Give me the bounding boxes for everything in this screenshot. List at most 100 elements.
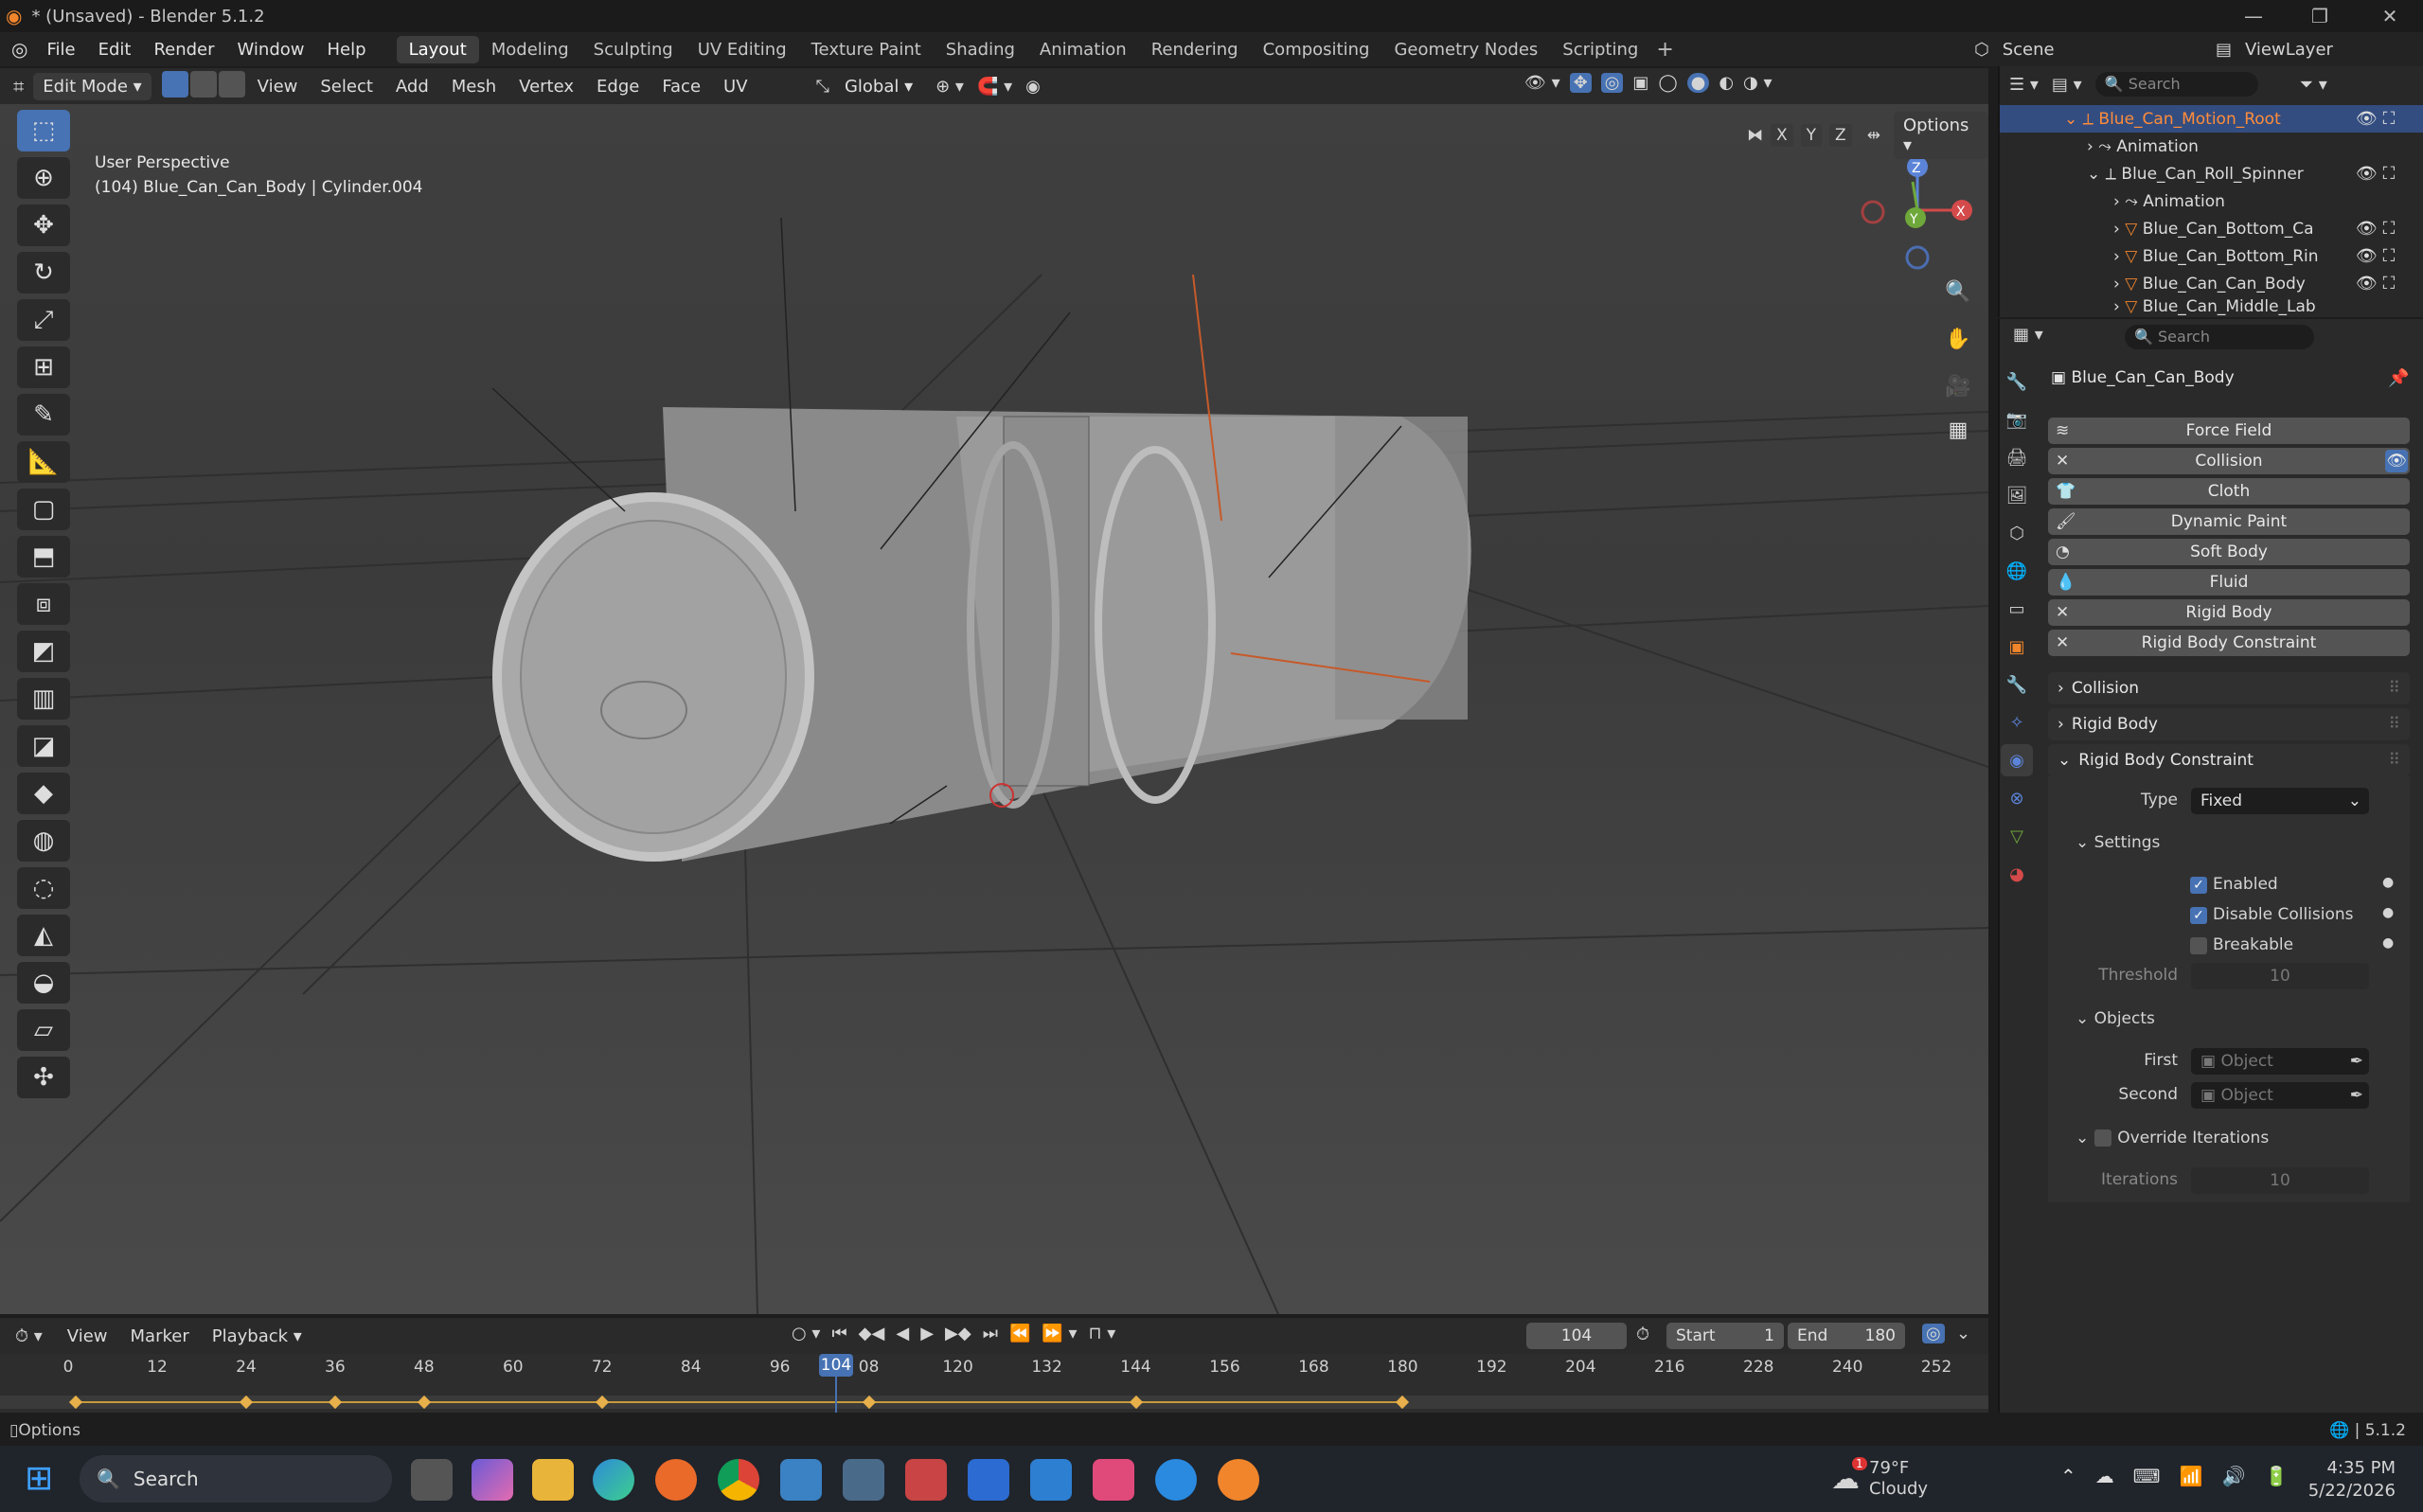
override-iterations-checkbox[interactable] — [2094, 1130, 2112, 1147]
rip-tool[interactable]: ✣ — [17, 1057, 70, 1098]
knife-tool[interactable]: ◪ — [17, 725, 70, 767]
override-iterations-subpanel-header[interactable]: ⌄ Override Iterations — [2076, 1129, 2269, 1147]
keyframe-dot-icon[interactable]: ● — [2382, 875, 2394, 890]
second-object-field[interactable]: ▣ Object ✒ — [2191, 1082, 2369, 1109]
tab-compositing[interactable]: Compositing — [1251, 36, 1382, 63]
view-layer-tab-icon[interactable]: 🖼 — [2001, 479, 2033, 511]
add-cube-tool[interactable]: ▢ — [17, 489, 70, 530]
timeline-menu-playback[interactable]: Playback ▾ — [201, 1326, 313, 1346]
select-box-tool[interactable]: ⬚ — [17, 110, 70, 151]
tab-shading[interactable]: Shading — [934, 36, 1027, 63]
3d-viewport[interactable]: Z Y X User Perspective (104) Blue_Can_Ca… — [0, 104, 1988, 1314]
prev-keyframe-icon[interactable]: ◆◀ — [859, 1324, 885, 1343]
extrude-tool[interactable]: ⬒ — [17, 536, 70, 578]
keying-icon[interactable]: ⊓ ▾ — [1089, 1324, 1116, 1343]
disable-collisions-checkbox[interactable]: ✓ — [2190, 907, 2207, 924]
weather-widget[interactable]: ☁ 1 79°F Cloudy — [1831, 1455, 2002, 1503]
visibility-eye-icon[interactable]: 👁 ⛶ — [2356, 164, 2395, 184]
start-frame-field[interactable]: Start 1 — [1666, 1323, 1784, 1349]
menu-mesh[interactable]: Mesh — [440, 77, 508, 97]
axis-y-toggle[interactable]: Y — [1800, 124, 1823, 147]
objects-subpanel-header[interactable]: ⌄ Objects — [2076, 1009, 2155, 1028]
timeline-overlay-icon[interactable]: ◎ — [1922, 1324, 1945, 1343]
display-mode-icon[interactable]: ▤ ▾ — [2052, 75, 2082, 95]
jump-start-icon[interactable]: ⏮ — [831, 1324, 846, 1343]
blender-taskbar-icon[interactable] — [1218, 1459, 1259, 1501]
view-layer-selector[interactable]: ▤ ViewLayer — [2216, 36, 2414, 62]
timeline-editor-icon[interactable]: ⏱ ▾ — [15, 1326, 43, 1346]
drag-handle-icon[interactable]: ⠿ — [2389, 715, 2400, 734]
menu-vertex[interactable]: Vertex — [508, 77, 585, 97]
tab-modeling[interactable]: Modeling — [479, 36, 581, 63]
gizmo-toggle-icon[interactable]: ✥ — [1569, 73, 1592, 93]
use-preview-range-icon[interactable]: ⏱ — [1636, 1325, 1649, 1344]
pan-hand-icon[interactable]: ✋ — [1941, 322, 1975, 356]
edge-select-button[interactable] — [189, 70, 217, 98]
fluid-button[interactable]: 💧 Fluid — [2048, 569, 2410, 596]
calculator-icon[interactable] — [843, 1459, 884, 1501]
start-button[interactable]: ⊞ — [25, 1459, 66, 1501]
onedrive-icon[interactable]: ☁ — [2095, 1465, 2114, 1487]
tab-sculpting[interactable]: Sculpting — [581, 36, 686, 63]
tab-texture-paint[interactable]: Texture Paint — [799, 36, 934, 63]
outliner-editor-icon[interactable]: ☰ ▾ — [2009, 75, 2039, 95]
properties-search-input[interactable]: 🔍 Search — [2125, 325, 2314, 349]
notepad-icon[interactable] — [1030, 1459, 1072, 1501]
axis-x-toggle[interactable]: X — [1771, 124, 1793, 147]
drag-handle-icon[interactable]: ⠿ — [2389, 679, 2400, 698]
play-reverse-icon[interactable]: ◀ — [896, 1324, 909, 1343]
blender-menu-icon[interactable]: ◎ — [11, 38, 27, 61]
type-dropdown[interactable]: Fixed ⌄ — [2191, 788, 2369, 814]
prev-marker-icon[interactable]: ⏪ — [1009, 1324, 1030, 1343]
visibility-eye-icon[interactable]: 👁 ⛶ — [2356, 109, 2395, 129]
tab-rendering[interactable]: Rendering — [1139, 36, 1251, 63]
data-tab-icon[interactable]: ▽ — [2001, 820, 2033, 852]
eyedropper-icon[interactable]: ✒ — [2350, 1048, 2363, 1075]
outliner-row-middle-label[interactable]: › ▽ Blue_Can_Middle_Lab — [2000, 297, 2423, 316]
mesh-symmetry-icon[interactable]: ⇹ — [1867, 126, 1880, 145]
edge-icon[interactable] — [593, 1459, 634, 1501]
collision-eye-icon[interactable]: 👁 — [2385, 450, 2408, 472]
menu-add[interactable]: Add — [384, 77, 440, 97]
poly-build-tool[interactable]: ◆ — [17, 773, 70, 814]
inset-tool[interactable]: ⧈ — [17, 583, 70, 625]
spin-tool[interactable]: ◍ — [17, 820, 70, 862]
constraints-tab-icon[interactable]: ⊗ — [2001, 782, 2033, 814]
dynamic-paint-button[interactable]: 🖌 Dynamic Paint — [2048, 508, 2410, 535]
smooth-tool[interactable]: ◌ — [17, 867, 70, 909]
rigid-body-constraint-panel-header[interactable]: ⌄ Rigid Body Constraint ⠿ — [2048, 744, 2410, 776]
visibility-eye-icon[interactable]: 👁 ⛶ — [2356, 246, 2395, 266]
battery-icon[interactable]: 🔋 — [2264, 1465, 2288, 1487]
volume-icon[interactable]: 🔊 — [2222, 1465, 2246, 1487]
tray-chevron-up-icon[interactable]: ⌃ — [2060, 1465, 2076, 1487]
minimize-button[interactable]: — — [2220, 0, 2287, 32]
render-tab-icon[interactable]: 📷 — [2001, 403, 2033, 436]
snipping-tool-icon[interactable] — [905, 1459, 947, 1501]
snap-icon[interactable]: 🧲 ▾ — [977, 77, 1012, 97]
playhead-frame[interactable]: 104 — [819, 1354, 853, 1377]
enabled-checkbox[interactable]: ✓ — [2190, 877, 2207, 894]
vertex-select-button[interactable] — [161, 70, 188, 98]
proportional-edit-icon[interactable]: ◉ — [1025, 77, 1041, 97]
tab-geometry-nodes[interactable]: Geometry Nodes — [1381, 36, 1550, 63]
soft-body-button[interactable]: ◔ Soft Body — [2048, 539, 2410, 565]
collision-panel-header[interactable]: › Collision ⠿ — [2048, 672, 2410, 704]
modifier-tab-icon[interactable]: 🔧 — [2001, 668, 2033, 701]
bevel-tool[interactable]: ◩ — [17, 631, 70, 672]
particles-tab-icon[interactable]: ✧ — [2001, 706, 2033, 738]
rigid-body-panel-header[interactable]: › Rigid Body ⠿ — [2048, 708, 2410, 740]
axis-z-toggle[interactable]: Z — [1829, 124, 1852, 147]
face-select-button[interactable] — [218, 70, 245, 98]
firefox-icon[interactable] — [655, 1459, 697, 1501]
eyedropper-icon[interactable]: ✒ — [2350, 1082, 2363, 1109]
visibility-eye-icon[interactable]: 👁 ⛶ — [2356, 219, 2395, 239]
tab-scripting[interactable]: Scripting — [1550, 36, 1650, 63]
overlay-toggle-icon[interactable]: ◎ — [1600, 73, 1624, 93]
menu-select[interactable]: Select — [309, 77, 384, 97]
menu-help[interactable]: Help — [316, 40, 378, 60]
mail-icon[interactable] — [968, 1459, 1009, 1501]
menu-uv[interactable]: UV — [712, 77, 759, 97]
solid-shading-icon[interactable]: ● — [1686, 73, 1710, 93]
scene-tab-icon[interactable]: ⬡ — [2001, 517, 2033, 549]
chevron-down-icon[interactable]: ⌄ — [1956, 1324, 1970, 1343]
